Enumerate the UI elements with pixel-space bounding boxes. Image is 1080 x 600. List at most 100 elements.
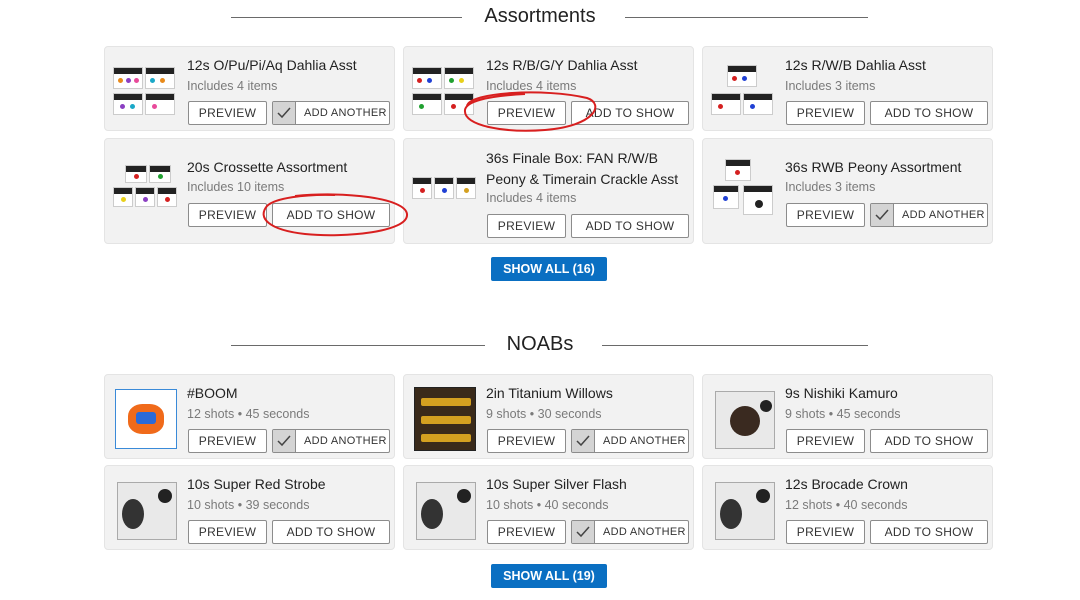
add-another-button[interactable]: ADD ANOTHER xyxy=(272,429,390,453)
product-thumbnail xyxy=(410,55,478,123)
product-thumbnail xyxy=(111,157,179,225)
product-thumbnail xyxy=(410,383,478,451)
product-name[interactable]: 20s Crossette Assortment xyxy=(187,157,347,177)
preview-button[interactable]: PREVIEW xyxy=(487,429,566,453)
product-meta: Includes 10 items xyxy=(187,180,285,194)
product-name[interactable]: 12s R/B/G/Y Dahlia Asst xyxy=(486,55,637,75)
add-to-show-button[interactable]: ADD TO SHOW xyxy=(870,520,988,544)
add-to-show-label: ADD TO SHOW xyxy=(286,208,376,222)
show-all-assortments-button[interactable]: SHOW ALL (16) xyxy=(491,257,607,281)
check-icon xyxy=(572,521,595,543)
product-card: 36s RWB Peony Assortment Includes 3 item… xyxy=(702,138,993,244)
product-thumbnail xyxy=(709,383,777,451)
add-to-show-button[interactable]: ADD TO SHOW xyxy=(272,203,390,227)
add-another-label: ADD ANOTHER xyxy=(304,107,387,119)
product-name[interactable]: 12s O/Pu/Pi/Aq Dahlia Asst xyxy=(187,55,357,75)
add-to-show-label: ADD TO SHOW xyxy=(884,434,974,448)
section-title: Assortments xyxy=(462,5,618,27)
product-meta: 9 shots • 30 seconds xyxy=(486,407,602,421)
section-title: NOABs xyxy=(484,333,596,355)
preview-button[interactable]: PREVIEW xyxy=(487,214,566,238)
product-card: 36s Finale Box: FAN R/W/B Peony & Timera… xyxy=(403,138,694,244)
add-to-show-button[interactable]: ADD TO SHOW xyxy=(870,429,988,453)
add-to-show-button[interactable]: ADD TO SHOW xyxy=(571,101,689,125)
product-meta: Includes 4 items xyxy=(187,79,278,93)
product-thumbnail xyxy=(709,153,777,221)
show-all-label: SHOW ALL (19) xyxy=(503,569,595,583)
product-card: 12s O/Pu/Pi/Aq Dahlia Asst Includes 4 it… xyxy=(104,46,395,131)
product-card: 12s R/W/B Dahlia Asst Includes 3 items P… xyxy=(702,46,993,131)
preview-label: PREVIEW xyxy=(198,525,257,539)
preview-button[interactable]: PREVIEW xyxy=(188,101,267,125)
preview-label: PREVIEW xyxy=(497,219,556,233)
add-another-button[interactable]: ADD ANOTHER xyxy=(272,101,390,125)
product-thumbnail xyxy=(709,55,777,123)
preview-label: PREVIEW xyxy=(796,525,855,539)
add-to-show-button[interactable]: ADD TO SHOW xyxy=(870,101,988,125)
product-name-line1[interactable]: 36s Finale Box: FAN R/W/B xyxy=(486,148,658,168)
add-another-label: ADD ANOTHER xyxy=(902,209,985,221)
section-header-assortments: Assortments xyxy=(0,2,1080,32)
preview-button[interactable]: PREVIEW xyxy=(786,203,865,227)
add-another-label: ADD ANOTHER xyxy=(603,526,686,538)
show-all-label: SHOW ALL (16) xyxy=(503,262,595,276)
preview-label: PREVIEW xyxy=(198,434,257,448)
product-thumbnail xyxy=(111,55,179,123)
product-thumbnail xyxy=(111,474,179,542)
add-to-show-button[interactable]: ADD TO SHOW xyxy=(571,214,689,238)
product-name[interactable]: 12s Brocade Crown xyxy=(785,474,908,494)
add-another-label: ADD ANOTHER xyxy=(304,435,387,447)
product-name[interactable]: 9s Nishiki Kamuro xyxy=(785,383,898,403)
product-card: 12s R/B/G/Y Dahlia Asst Includes 4 items… xyxy=(403,46,694,131)
section-header-noabs: NOABs xyxy=(0,330,1080,360)
preview-label: PREVIEW xyxy=(796,208,855,222)
preview-button[interactable]: PREVIEW xyxy=(188,429,267,453)
add-to-show-button[interactable]: ADD TO SHOW xyxy=(272,520,390,544)
preview-label: PREVIEW xyxy=(796,106,855,120)
preview-button[interactable]: PREVIEW xyxy=(786,429,865,453)
check-icon xyxy=(273,430,296,452)
product-name[interactable]: 36s RWB Peony Assortment xyxy=(785,157,961,177)
add-another-button[interactable]: ADD ANOTHER xyxy=(571,429,689,453)
check-icon xyxy=(871,204,894,226)
check-icon xyxy=(572,430,595,452)
add-to-show-label: ADD TO SHOW xyxy=(286,525,376,539)
preview-label: PREVIEW xyxy=(497,434,556,448)
product-name[interactable]: 10s Super Red Strobe xyxy=(187,474,326,494)
product-name[interactable]: 10s Super Silver Flash xyxy=(486,474,627,494)
preview-label: PREVIEW xyxy=(198,208,257,222)
product-card: #BOOM 12 shots • 45 seconds PREVIEW ADD … xyxy=(104,374,395,459)
product-meta: Includes 4 items xyxy=(486,79,577,93)
product-meta: 12 shots • 40 seconds xyxy=(785,498,908,512)
preview-label: PREVIEW xyxy=(198,106,257,120)
product-meta: Includes 3 items xyxy=(785,79,876,93)
preview-button[interactable]: PREVIEW xyxy=(487,101,566,125)
product-meta: 9 shots • 45 seconds xyxy=(785,407,901,421)
preview-label: PREVIEW xyxy=(796,434,855,448)
product-name[interactable]: 2in Titanium Willows xyxy=(486,383,613,403)
add-to-show-label: ADD TO SHOW xyxy=(585,219,675,233)
preview-button[interactable]: PREVIEW xyxy=(786,101,865,125)
preview-button[interactable]: PREVIEW xyxy=(188,520,267,544)
add-another-button[interactable]: ADD ANOTHER xyxy=(571,520,689,544)
product-card: 20s Crossette Assortment Includes 10 ite… xyxy=(104,138,395,244)
preview-button[interactable]: PREVIEW xyxy=(188,203,267,227)
add-to-show-label: ADD TO SHOW xyxy=(884,525,974,539)
preview-label: PREVIEW xyxy=(497,106,556,120)
preview-button[interactable]: PREVIEW xyxy=(786,520,865,544)
product-card: 10s Super Red Strobe 10 shots • 39 secon… xyxy=(104,465,395,550)
product-meta: Includes 4 items xyxy=(486,191,577,205)
product-name[interactable]: #BOOM xyxy=(187,383,238,403)
add-another-button[interactable]: ADD ANOTHER xyxy=(870,203,988,227)
product-meta: Includes 3 items xyxy=(785,180,876,194)
product-thumbnail xyxy=(410,157,478,225)
product-thumbnail xyxy=(111,383,179,451)
product-card: 9s Nishiki Kamuro 9 shots • 45 seconds P… xyxy=(702,374,993,459)
product-meta: 10 shots • 40 seconds xyxy=(486,498,609,512)
product-card: 12s Brocade Crown 12 shots • 40 seconds … xyxy=(702,465,993,550)
product-card: 2in Titanium Willows 9 shots • 30 second… xyxy=(403,374,694,459)
show-all-noabs-button[interactable]: SHOW ALL (19) xyxy=(491,564,607,588)
product-name[interactable]: 12s R/W/B Dahlia Asst xyxy=(785,55,926,75)
preview-button[interactable]: PREVIEW xyxy=(487,520,566,544)
product-name-line2[interactable]: Peony & Timerain Crackle Asst xyxy=(486,169,678,189)
